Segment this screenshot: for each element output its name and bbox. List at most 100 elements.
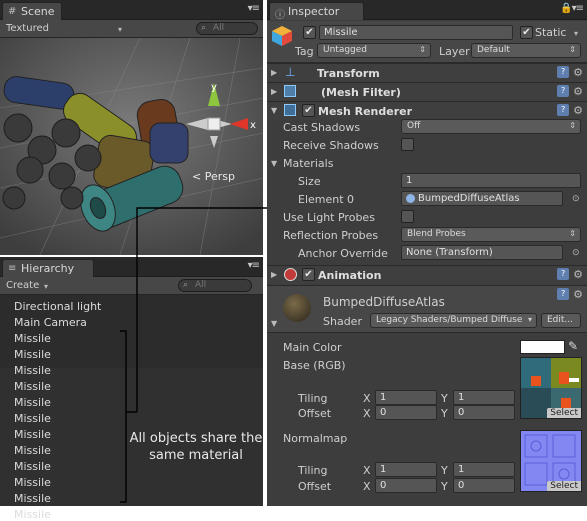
- animation-title: Animation: [318, 269, 382, 282]
- animation-enabled-checkbox[interactable]: ✔: [302, 268, 315, 281]
- base-rgb-label: Base (RGB): [283, 359, 346, 372]
- static-checkbox[interactable]: ✔: [520, 26, 533, 39]
- active-checkbox[interactable]: ✔: [303, 26, 316, 39]
- normalmap-label: Normalmap: [283, 432, 348, 445]
- gear-icon[interactable]: ⚙: [573, 288, 583, 301]
- help-icon[interactable]: ?: [557, 288, 570, 300]
- receive-shadows-checkbox[interactable]: [401, 138, 414, 151]
- select-normalmap-button[interactable]: Select: [547, 481, 581, 491]
- anchor-override-label: Anchor Override: [298, 247, 388, 260]
- object-picker-icon[interactable]: ⊙: [572, 248, 580, 258]
- fold-down-icon[interactable]: ▼: [271, 319, 277, 328]
- reflection-probes-dropdown[interactable]: Blend Probes ⇕: [401, 227, 581, 242]
- help-icon[interactable]: ?: [557, 268, 570, 280]
- normal-offset-y-field[interactable]: 0: [453, 478, 515, 493]
- tab-inspector[interactable]: ⓘ Inspector: [269, 2, 364, 21]
- inspector-tabbar: ⓘ Inspector 🔒▾≡: [267, 0, 587, 21]
- cast-shadows-dropdown[interactable]: Off ⇕: [401, 119, 581, 134]
- help-icon[interactable]: ?: [557, 104, 570, 116]
- mesh-renderer-icon: [284, 104, 296, 116]
- select-texture-button[interactable]: Select: [547, 408, 581, 418]
- component-icons: ? ⚙: [557, 85, 583, 98]
- base-texture-slot[interactable]: Select: [520, 357, 582, 419]
- transform-icon: ⊥: [285, 65, 296, 79]
- inspector-panel-menu-icon[interactable]: 🔒▾≡: [560, 3, 584, 14]
- gear-icon[interactable]: ⚙: [573, 66, 583, 79]
- anchor-override-field[interactable]: None (Transform): [401, 245, 563, 260]
- reflection-probes-label: Reflection Probes: [283, 229, 379, 242]
- element0-label: Element 0: [298, 193, 355, 206]
- fold-right-icon: ▶: [271, 68, 278, 77]
- base-offset-x-field[interactable]: 0: [375, 405, 437, 420]
- object-picker-icon[interactable]: ⊙: [572, 194, 580, 204]
- material-header: BumpedDiffuseAtlas ▼ Shader Legacy Shade…: [267, 285, 587, 333]
- chevron-down-icon: ▾: [527, 315, 532, 324]
- mesh-filter-icon: [284, 85, 296, 97]
- gear-icon[interactable]: ⚙: [573, 268, 583, 281]
- inspector-panel: ⓘ Inspector 🔒▾≡ ✔ Missile ✔ Static ▾ Tag…: [267, 0, 587, 506]
- light-probes-label: Use Light Probes: [283, 211, 375, 224]
- layer-dropdown[interactable]: Default ⇕: [471, 43, 581, 58]
- normal-tiling-x-field[interactable]: 1: [375, 462, 437, 477]
- normal-tiling-y-field[interactable]: 1: [453, 462, 515, 477]
- transform-header[interactable]: ▶ ⊥ Transform ? ⚙: [267, 63, 587, 82]
- normalmap-texture-slot[interactable]: Select: [520, 430, 582, 492]
- tag-value: Untagged: [323, 45, 368, 55]
- animation-icon: [284, 268, 297, 281]
- offset-label: Offset: [298, 407, 332, 420]
- mesh-filter-header[interactable]: ▶ (Mesh Filter) ? ⚙: [267, 82, 587, 101]
- object-header: ✔ Missile ✔ Static ▾ Tag Untagged ⇕ Layer…: [267, 21, 587, 63]
- updown-icon: ⇕: [419, 45, 426, 54]
- fold-right-icon: ▶: [271, 270, 278, 279]
- list-item[interactable]: Missile: [14, 508, 51, 521]
- fold-down-icon[interactable]: ▼: [271, 159, 277, 168]
- base-tiling-y-field[interactable]: 1: [453, 390, 515, 405]
- edit-shader-button[interactable]: Edit...: [541, 313, 581, 328]
- help-icon[interactable]: ?: [557, 66, 570, 78]
- cube-icon: [272, 26, 292, 46]
- cast-shadows-label: Cast Shadows: [283, 121, 361, 134]
- shader-label: Shader: [323, 315, 362, 328]
- inspector-tab-label: Inspector: [288, 5, 340, 18]
- offset-label: Offset: [298, 480, 332, 493]
- eyedropper-icon[interactable]: ✎: [568, 339, 578, 353]
- tag-label: Tag: [295, 45, 314, 58]
- help-icon[interactable]: ?: [557, 85, 570, 97]
- receive-shadows-label: Receive Shadows: [283, 139, 379, 152]
- gear-icon[interactable]: ⚙: [573, 104, 583, 117]
- mesh-renderer-enabled-checkbox[interactable]: ✔: [302, 104, 315, 117]
- size-field[interactable]: 1: [401, 173, 581, 188]
- base-offset-y-field[interactable]: 0: [453, 405, 515, 420]
- gear-icon[interactable]: ⚙: [573, 85, 583, 98]
- tiling-label: Tiling: [298, 464, 328, 477]
- tag-dropdown[interactable]: Untagged ⇕: [317, 43, 431, 58]
- mesh-filter-title: (Mesh Filter): [321, 86, 401, 99]
- mesh-renderer-header[interactable]: ▼ ✔ Mesh Renderer ? ⚙: [267, 101, 587, 120]
- x-label: X: [363, 407, 371, 420]
- chevron-down-icon[interactable]: ▾: [574, 29, 578, 38]
- material-icon: [406, 194, 415, 203]
- animation-header[interactable]: ▶ ✔ Animation ? ⚙: [267, 265, 587, 284]
- element0-field[interactable]: BumpedDiffuseAtlas: [401, 191, 563, 206]
- normal-offset-x-field[interactable]: 0: [375, 478, 437, 493]
- object-name-field[interactable]: Missile: [319, 25, 513, 40]
- main-color-swatch[interactable]: [520, 340, 565, 354]
- material-name: BumpedDiffuseAtlas: [323, 295, 445, 309]
- updown-icon: ⇕: [569, 45, 576, 54]
- light-probes-checkbox[interactable]: [401, 210, 414, 223]
- component-icons: ? ⚙: [557, 268, 583, 281]
- component-icons: ? ⚙: [557, 104, 583, 117]
- main-color-label: Main Color: [283, 341, 342, 354]
- size-label: Size: [298, 175, 321, 188]
- base-tiling-x-field[interactable]: 1: [375, 390, 437, 405]
- cast-shadows-value: Off: [407, 121, 421, 131]
- updown-icon: ⇕: [569, 121, 576, 130]
- component-icons: ? ⚙: [557, 66, 583, 79]
- layer-value: Default: [477, 45, 510, 55]
- fold-down-icon: ▼: [271, 106, 278, 115]
- y-label: Y: [441, 480, 448, 493]
- material-preview-sphere: [283, 294, 311, 322]
- element0-value: BumpedDiffuseAtlas: [418, 193, 520, 204]
- mesh-renderer-title: Mesh Renderer: [318, 105, 413, 118]
- shader-dropdown[interactable]: Legacy Shaders/Bumped Diffuse ▾: [370, 313, 537, 328]
